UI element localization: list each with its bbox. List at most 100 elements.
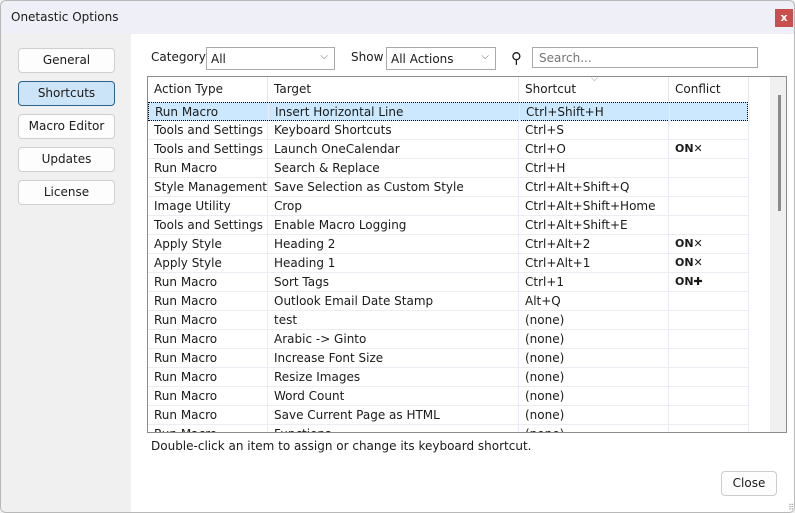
- table-row[interactable]: Run Macro test (none): [148, 311, 749, 330]
- cell-action-type: Run Macro: [148, 425, 268, 432]
- cell-shortcut: Ctrl+O: [519, 140, 669, 159]
- cell-conflict: ON✕: [669, 254, 749, 273]
- category-select[interactable]: All ⌵: [206, 47, 335, 70]
- cell-conflict: [669, 292, 749, 311]
- cell-action-type: Run Macro: [148, 292, 268, 311]
- column-target[interactable]: Target: [268, 77, 519, 102]
- table-row[interactable]: Apply Style Heading 2 Ctrl+Alt+2 ON✕: [148, 235, 749, 254]
- table-header: Action Type Target Shortcut ⌵ Conflict: [148, 77, 770, 102]
- cell-conflict: [670, 103, 750, 122]
- cell-shortcut: Ctrl+Alt+Shift+E: [519, 216, 669, 235]
- close-window-button[interactable]: x: [775, 9, 793, 27]
- column-conflict[interactable]: Conflict: [669, 77, 749, 102]
- cell-target: Heading 2: [268, 235, 519, 254]
- column-action-type[interactable]: Action Type: [148, 77, 268, 102]
- table-row[interactable]: Tools and Settings Keyboard Shortcuts Ctrl…: [148, 121, 749, 140]
- table-row[interactable]: Tools and Settings Enable Macro Logging Ct…: [148, 216, 749, 235]
- scrollbar-thumb[interactable]: [778, 95, 781, 211]
- cell-conflict: [669, 178, 749, 197]
- hint-text: Double-click an item to assign or change…: [151, 439, 532, 453]
- nav-macro-editor[interactable]: Macro Editor: [18, 114, 115, 139]
- cell-conflict: [669, 159, 749, 178]
- table-row[interactable]: Style Management Save Selection as Custom…: [148, 178, 749, 197]
- cell-target: Keyboard Shortcuts: [268, 121, 519, 140]
- cell-conflict: [669, 387, 749, 406]
- cell-shortcut: (none): [519, 387, 669, 406]
- cell-target: Heading 1: [268, 254, 519, 273]
- cell-shortcut: (none): [519, 425, 669, 432]
- show-select[interactable]: All Actions ⌵: [386, 47, 496, 70]
- search-input[interactable]: [532, 47, 758, 68]
- chevron-down-icon: ⌵: [481, 51, 489, 62]
- cell-target: Save Current Page as HTML: [268, 406, 519, 425]
- table-row[interactable]: Run Macro Resize Images (none): [148, 368, 749, 387]
- cell-action-type: Run Macro: [148, 349, 268, 368]
- cell-action-type: Tools and Settings: [148, 140, 268, 159]
- cell-target: Enable Macro Logging: [268, 216, 519, 235]
- table-row[interactable]: Run Macro Save Current Page as HTML (none): [148, 406, 749, 425]
- cell-action-type: Apply Style: [148, 235, 268, 254]
- cell-conflict: [669, 197, 749, 216]
- nav-shortcuts[interactable]: Shortcuts: [18, 81, 115, 106]
- vertical-scrollbar[interactable]: [770, 77, 786, 432]
- table-row[interactable]: Run Macro Search & Replace Ctrl+H: [148, 159, 749, 178]
- search-icon: ⚲: [511, 49, 522, 67]
- cell-conflict: [669, 425, 749, 432]
- table-row[interactable]: Run Macro Arabic -> Ginto (none): [148, 330, 749, 349]
- cell-target: Launch OneCalendar: [268, 140, 519, 159]
- category-value: All: [211, 52, 226, 66]
- shortcuts-table: Action Type Target Shortcut ⌵ Conflict R…: [147, 76, 787, 433]
- options-window: Onetastic Options x General Shortcuts Ma…: [0, 0, 795, 513]
- cell-action-type: Apply Style: [148, 254, 268, 273]
- table-row[interactable]: Apply Style Heading 1 Ctrl+Alt+1 ON✕: [148, 254, 749, 273]
- cell-conflict: ON✕: [669, 235, 749, 254]
- close-button[interactable]: Close: [721, 471, 777, 496]
- cell-shortcut: Ctrl+Shift+H: [520, 103, 670, 122]
- cell-target: Functions: [268, 425, 519, 432]
- cell-target: Crop: [268, 197, 519, 216]
- cell-shortcut: (none): [519, 349, 669, 368]
- table-row[interactable]: Tools and Settings Launch OneCalendar Ctrl…: [148, 140, 749, 159]
- cell-conflict: [669, 368, 749, 387]
- table-row[interactable]: Run MacroFunctions(none): [148, 425, 749, 432]
- cell-conflict: [669, 121, 749, 140]
- cell-shortcut: Ctrl+H: [519, 159, 669, 178]
- nav-general[interactable]: General: [18, 48, 115, 73]
- cell-target: Insert Horizontal Line: [269, 103, 520, 122]
- cell-action-type: Tools and Settings: [148, 216, 268, 235]
- cell-action-type: Run Macro: [148, 159, 268, 178]
- cell-target: Outlook Email Date Stamp: [268, 292, 519, 311]
- show-label: Show: [351, 50, 384, 64]
- nav-updates[interactable]: Updates: [18, 147, 115, 172]
- resize-grip-icon[interactable]: ⠿: [788, 503, 794, 512]
- table-row[interactable]: Image Utility Crop Ctrl+Alt+Shift+Home: [148, 197, 749, 216]
- table-row[interactable]: Run Macro Insert Horizontal Line Ctrl+Shif…: [148, 102, 750, 122]
- chevron-down-icon: ⌵: [320, 51, 328, 62]
- cell-action-type: Run Macro: [148, 273, 268, 292]
- cell-shortcut: Alt+Q: [519, 292, 669, 311]
- cell-shortcut: Ctrl+Alt+Shift+Home: [519, 197, 669, 216]
- cell-conflict: [669, 216, 749, 235]
- cell-target: Sort Tags: [268, 273, 519, 292]
- sort-chevron-icon: ⌵: [591, 76, 598, 84]
- cell-action-type: Image Utility: [148, 197, 268, 216]
- window-title: Onetastic Options: [11, 10, 119, 24]
- cell-shortcut: (none): [519, 330, 669, 349]
- cell-shortcut: (none): [519, 311, 669, 330]
- table-row[interactable]: Run Macro Outlook Email Date Stamp Alt+Q: [148, 292, 749, 311]
- table-row[interactable]: Run Macro Increase Font Size (none): [148, 349, 749, 368]
- cell-shortcut: Ctrl+1: [519, 273, 669, 292]
- show-value: All Actions: [391, 52, 454, 66]
- nav-license[interactable]: License: [18, 180, 115, 205]
- cell-target: test: [268, 311, 519, 330]
- table-row[interactable]: Run Macro Sort Tags Ctrl+1 ON✚: [148, 273, 749, 292]
- cell-action-type: Run Macro: [148, 368, 268, 387]
- cell-shortcut: Ctrl+S: [519, 121, 669, 140]
- cell-action-type: Run Macro: [148, 387, 268, 406]
- cell-conflict: ON✚: [669, 273, 749, 292]
- cell-conflict: [669, 349, 749, 368]
- cell-target: Word Count: [268, 387, 519, 406]
- category-label: Category: [151, 50, 206, 64]
- table-row[interactable]: Run Macro Word Count (none): [148, 387, 749, 406]
- cell-action-type: Run Macro: [148, 406, 268, 425]
